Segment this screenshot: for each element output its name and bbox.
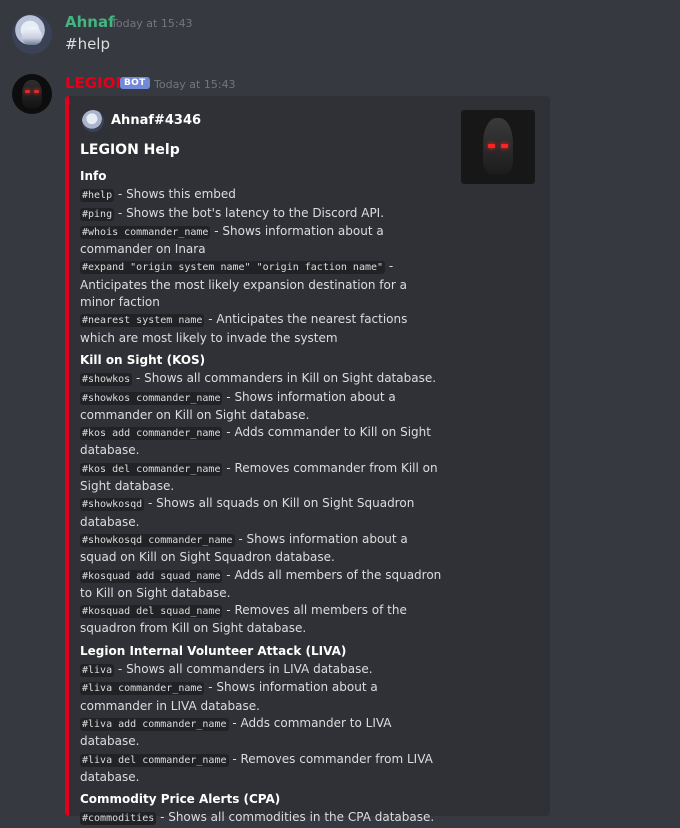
command-code: #kos add commander_name — [80, 427, 223, 441]
command-code: #expand "origin system name" "origin fac… — [80, 261, 386, 275]
command-entry: #liva - Shows all commanders in LIVA dat… — [80, 661, 445, 679]
command-code: #liva add commander_name — [80, 717, 229, 731]
command-code: #showkos — [80, 373, 133, 387]
thumbnail-eye-icon — [488, 144, 495, 148]
user-avatar[interactable] — [12, 14, 52, 54]
command-description: - Shows all commanders in Kill on Sight … — [132, 371, 437, 386]
command-code: #kosquad del squad_name — [80, 605, 223, 619]
command-code: #whois commander_name — [80, 225, 211, 239]
command-code: #kosquad add squad_name — [80, 569, 223, 583]
command-code: #liva commander_name — [80, 682, 205, 696]
command-description: - Shows the bot's latency to the Discord… — [114, 205, 385, 220]
command-entry: #showkos - Shows all commanders in Kill … — [80, 370, 445, 388]
command-entry: #liva commander_name - Shows information… — [80, 679, 445, 715]
command-entry: #help - Shows this embed — [80, 186, 445, 204]
command-code: #kos del commander_name — [80, 462, 223, 476]
bot-badge: BOT — [120, 77, 150, 89]
embed-title: LEGION Help — [80, 142, 180, 158]
embed-thumbnail[interactable] — [461, 110, 535, 184]
command-entry: #ping - Shows the bot's latency to the D… — [80, 205, 445, 223]
command-code: #showkos commander_name — [80, 391, 223, 405]
embed-fields: Info #help - Shows this embed #ping - Show… — [80, 168, 445, 828]
embed-field-name: Info — [80, 169, 107, 183]
avatar-eye-icon — [25, 90, 30, 93]
command-entry: #commodities - Shows all commodities in … — [80, 809, 445, 827]
bot-timestamp: Today at 15:43 — [154, 78, 236, 91]
command-entry: #kos del commander_name - Removes comman… — [80, 460, 445, 496]
command-description: - Shows all commodities in the CPA datab… — [156, 810, 435, 825]
command-entry: #showkosqd commander_name - Shows inform… — [80, 531, 445, 567]
avatar-eye-icon — [34, 90, 39, 93]
embed-author-avatar — [82, 110, 104, 132]
command-entry: #whois commander_name - Shows informatio… — [80, 223, 445, 259]
embed-field-name: Kill on Sight (KOS) — [80, 352, 206, 367]
command-code: #nearest system name — [80, 314, 205, 328]
command-entry: #kos add commander_name - Adds commander… — [80, 424, 445, 460]
user-timestamp: Today at 15:43 — [111, 17, 193, 30]
command-code: #help — [80, 189, 115, 203]
command-code: #liva del commander_name — [80, 753, 229, 767]
command-entry: #kosquad del squad_name - Removes all me… — [80, 602, 445, 638]
command-description: - Shows all commanders in LIVA database. — [114, 662, 373, 677]
command-code: #showkosqd — [80, 498, 145, 512]
command-entry: #kosquad add squad_name - Adds all membe… — [80, 567, 445, 603]
command-code: #ping — [80, 207, 115, 221]
bot-avatar[interactable] — [12, 74, 52, 114]
command-description: - Shows this embed — [114, 187, 236, 202]
bot-name[interactable]: LEGION — [65, 74, 128, 92]
command-entry: #liva add commander_name - Adds commande… — [80, 715, 445, 751]
command-entry: #expand "origin system name" "origin fac… — [80, 258, 445, 311]
command-code: #commodities — [80, 812, 157, 826]
command-code: #liva — [80, 664, 115, 678]
user-message-text: #help — [65, 35, 110, 53]
embed-author: Ahnaf#4346 — [111, 113, 202, 128]
help-embed: Ahnaf#4346 LEGION Help Info #help - Shows… — [65, 96, 550, 826]
command-entry: #showkosqd - Shows all squads on Kill on… — [80, 495, 445, 531]
command-code: #showkosqd commander_name — [80, 533, 235, 547]
command-entry: #nearest system name - Anticipates the n… — [80, 311, 445, 347]
command-entry: #liva del commander_name - Removes comma… — [80, 751, 445, 787]
thumbnail-eye-icon — [501, 144, 508, 148]
embed-field-name: Legion Internal Volunteer Attack (LIVA) — [80, 643, 347, 658]
command-entry: #showkos commander_name - Shows informat… — [80, 389, 445, 425]
user-name[interactable]: Ahnaf — [65, 13, 115, 31]
